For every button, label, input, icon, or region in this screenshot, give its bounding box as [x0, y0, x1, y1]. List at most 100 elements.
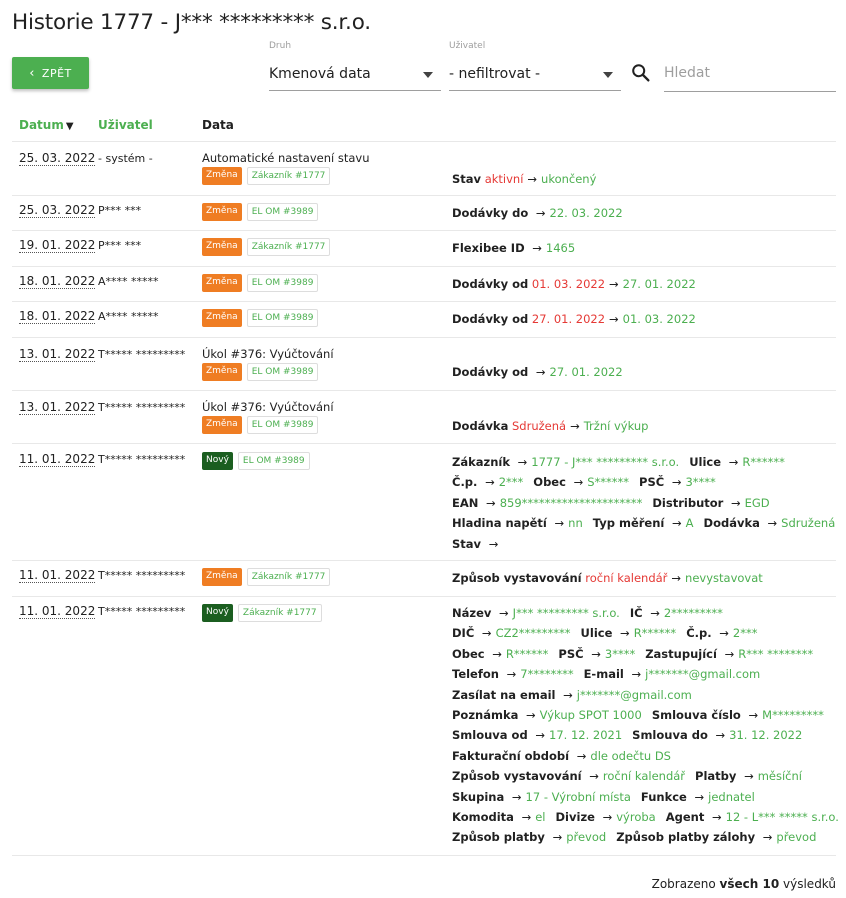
entity-link[interactable]: EL OM #3989 [246, 363, 319, 381]
arrow-right-icon: → [671, 571, 682, 585]
entity-link[interactable]: EL OM #3989 [237, 452, 310, 470]
change-badge: Změna [202, 238, 242, 256]
new-badge: Nový [202, 604, 233, 622]
change-key: Způsob vystavování [452, 769, 582, 784]
change-key: Divize [555, 809, 595, 824]
column-header-date[interactable]: Datum ▼ [19, 118, 74, 132]
search-field[interactable] [664, 65, 836, 92]
page-title: Historie 1777 - J*** ********* s.r.o. [12, 10, 371, 35]
arrow-right-icon: → [719, 626, 729, 641]
change-line: Zákazník → 1777 - J*** ********* s.r.o. Ul… [452, 452, 835, 472]
entity-link[interactable]: Zákazník #1777 [246, 167, 331, 185]
change-item: Č.p. → 2*** [452, 475, 523, 489]
change-key: Typ měření [592, 516, 665, 531]
table-row: 11. 01. 2022 T***** ********* Nový Zákazník… [12, 596, 839, 855]
arrow-right-icon: → [620, 626, 630, 641]
new-value: výroba [616, 809, 656, 824]
arrow-right-icon: → [748, 707, 759, 722]
arrow-right-icon: → [724, 646, 735, 661]
arrow-right-icon: → [570, 419, 580, 433]
new-value: CZ2********* [495, 626, 571, 641]
arrow-right-icon: → [591, 646, 601, 661]
entity-link[interactable]: Zákazník #1777 [246, 568, 331, 586]
table-row: 19. 01. 2022 P*** *** Změna Zákazník #1777 F… [12, 230, 836, 266]
row-tags: Změna Zákazník #1777 [202, 167, 331, 185]
new-value: EGD [744, 495, 770, 510]
new-value: j*******@gmail.com [576, 687, 692, 702]
change-badge: Změna [202, 568, 242, 586]
change-item: Dodávky od → 27. 01. 2022 [452, 365, 623, 379]
arrow-right-icon: → [694, 789, 705, 804]
change-key: Fakturační období [452, 748, 570, 763]
old-value: roční kalendář [585, 571, 668, 585]
change-key: Způsob platby zálohy [616, 830, 756, 845]
new-value: el [535, 809, 546, 824]
change-key: Telefon [452, 667, 499, 682]
new-value: S****** [587, 475, 630, 490]
change-line: Zasílat na email → j*******@gmail.com [452, 685, 839, 705]
old-value: 27. 01. 2022 [531, 312, 606, 326]
arrow-right-icon: → [730, 495, 741, 510]
row-tags: Změna EL OM #3989 [202, 363, 319, 381]
change-key: Funkce [640, 789, 687, 804]
druh-label: Druh [269, 41, 292, 51]
change-item: Agent → 12 - L*** ***** s.r.o. [666, 810, 839, 824]
arrow-right-icon: → [517, 455, 528, 469]
row-changes: Flexibee ID → 1465 [452, 238, 575, 258]
arrow-right-icon: → [499, 606, 509, 620]
new-value: R****** [742, 455, 785, 469]
row-tags: Nový EL OM #3989 [202, 452, 310, 470]
arrow-right-icon: → [767, 516, 778, 531]
search-icon[interactable] [630, 62, 652, 84]
change-item: Komodita → el [452, 810, 546, 824]
new-value: R****** [505, 646, 549, 661]
row-description: Automatické nastavení stavu [202, 151, 370, 165]
change-item: Název → J*** ********* s.r.o. [452, 606, 620, 620]
change-key: Název [452, 606, 492, 620]
row-user: - systém - [98, 152, 153, 165]
column-header-user[interactable]: Uživatel [98, 118, 153, 132]
new-value: měsíční [757, 769, 802, 784]
new-value: nn [568, 516, 583, 531]
entity-link[interactable]: EL OM #3989 [246, 203, 319, 221]
change-item: Typ měření → A [593, 516, 694, 530]
entity-link[interactable]: Zákazník #1777 [246, 238, 331, 256]
arrow-right-icon: → [511, 789, 522, 804]
arrow-right-icon: → [535, 365, 546, 379]
entity-link[interactable]: EL OM #3989 [246, 274, 319, 292]
row-date: 18. 01. 2022 [19, 309, 96, 324]
new-value: roční kalendář [602, 769, 686, 784]
entity-link[interactable]: Zákazník #1777 [237, 604, 322, 622]
entity-link[interactable]: EL OM #3989 [246, 416, 319, 434]
change-key: Komodita [452, 809, 514, 824]
change-key: PSČ [558, 646, 584, 661]
arrow-right-icon: → [488, 536, 499, 551]
arrow-right-icon: → [563, 687, 573, 702]
new-value: převod [776, 830, 817, 845]
change-item: Dodávky od 27. 01. 2022 → 01. 03. 2022 [452, 312, 696, 326]
druh-select[interactable]: Druh Kmenová data [269, 41, 441, 91]
uzivatel-select[interactable]: Uživatel - nefiltrovat - [449, 41, 621, 91]
change-key: Hladina napětí [452, 516, 547, 531]
change-line: Hladina napětí → nn Typ měření → A Dodávka →… [452, 513, 835, 533]
table-row: 11. 01. 2022 T***** ********* Nový EL OM #3… [12, 443, 836, 560]
new-value: R*** ******** [738, 646, 814, 661]
change-line: Komodita → el Divize → výroba Agent → 12 - L*… [452, 807, 839, 827]
new-value: dle odečtu DS [590, 748, 671, 763]
change-key: Flexibee ID [452, 241, 525, 255]
new-value: 01. 03. 2022 [622, 312, 696, 326]
row-tags: Změna EL OM #3989 [202, 416, 319, 434]
chevron-left-icon: ‹ [29, 65, 35, 81]
back-button[interactable]: ‹ ZPĚT [12, 57, 89, 89]
table-row: 25. 03. 2022- systém - Automatické nastav… [12, 141, 836, 195]
entity-link[interactable]: EL OM #3989 [246, 309, 319, 327]
change-item: DIČ → CZ2********* [452, 626, 571, 640]
row-date: 19. 01. 2022 [19, 238, 96, 253]
old-value: Sdružená [512, 419, 567, 433]
new-value: nevystavovat [685, 571, 763, 585]
search-input[interactable] [664, 65, 836, 81]
new-value: 2*** [732, 626, 758, 641]
results-prefix: Zobrazeno [651, 877, 716, 891]
change-line: Stav aktivní → ukončený [452, 169, 596, 189]
arrow-right-icon: → [672, 516, 682, 531]
